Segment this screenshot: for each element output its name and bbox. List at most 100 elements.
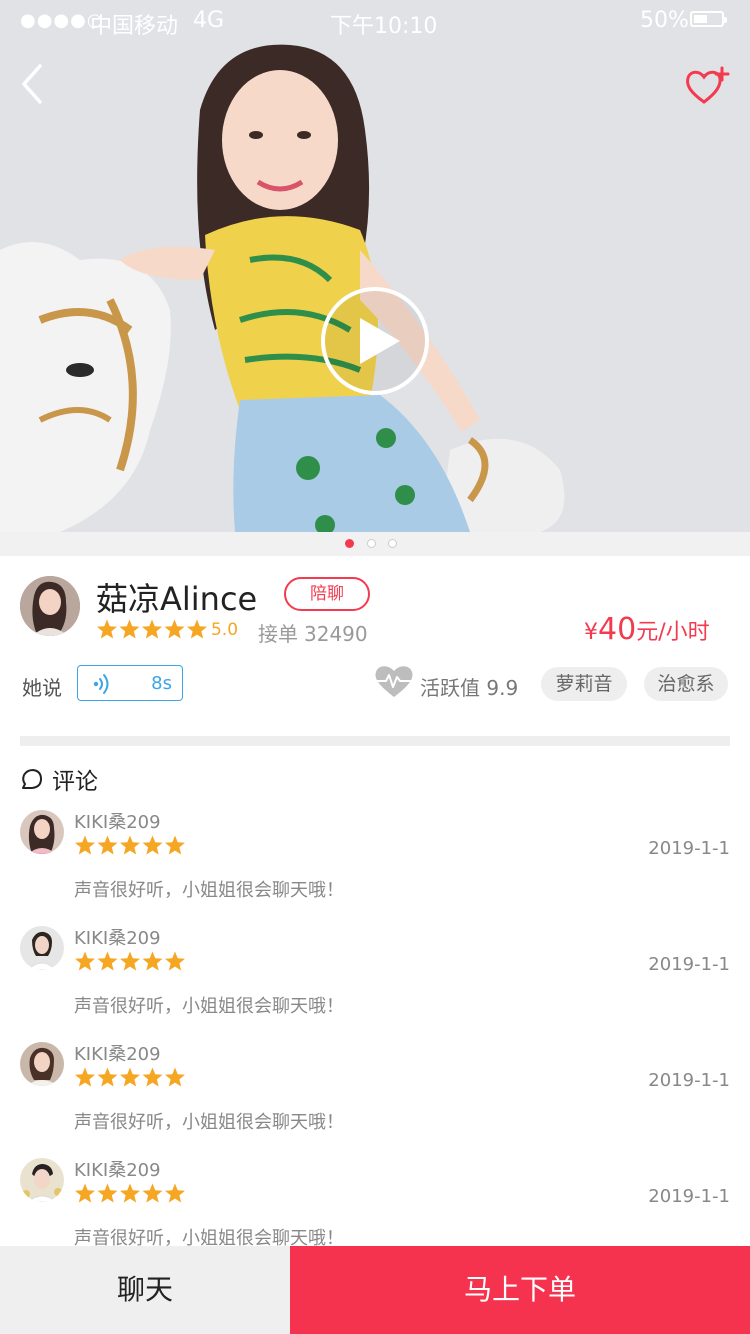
activity-value: 9.9: [486, 676, 519, 700]
rating-stars: [97, 619, 207, 639]
comment-item: KIKI桑209 2019-1-1 声音很好听，小姐姐很会聊天哦！: [0, 926, 750, 1042]
voice-duration: 8s: [151, 673, 172, 694]
avatar-image: [20, 1158, 64, 1202]
orders-count: 接单 32490: [258, 618, 368, 647]
network-type: 4G: [193, 8, 225, 33]
status-bar: ●●●●○ 中国移动 4G 下午10:10 50%: [0, 0, 750, 40]
voice-tag-chip: 萝莉音: [541, 667, 627, 701]
commenter-name: KIKI桑209: [74, 928, 161, 949]
price-value: 40: [598, 612, 637, 647]
order-now-button[interactable]: 马上下单: [290, 1246, 750, 1334]
chevron-left-icon: [22, 64, 42, 104]
star-icon: [120, 1183, 140, 1203]
hero-media[interactable]: ●●●●○ 中国移动 4G 下午10:10 50%: [0, 0, 750, 532]
star-icon: [75, 835, 95, 855]
comment-rating-stars: [75, 951, 185, 971]
price: ¥40元/小时: [584, 612, 710, 647]
avatar-image: [20, 810, 64, 854]
star-icon: [97, 1183, 118, 1203]
avatar-image: [20, 926, 64, 970]
comments-title: 评论: [52, 769, 98, 795]
star-icon: [120, 835, 140, 855]
comment-rating-stars: [75, 835, 185, 855]
back-button[interactable]: [18, 62, 48, 106]
comment-text: 声音很好听，小姐姐很会聊天哦！: [74, 1112, 344, 1133]
battery-percent: 50%: [640, 8, 689, 33]
voice-intro-label: 她说: [22, 676, 62, 700]
commenter-avatar[interactable]: [20, 810, 64, 854]
carousel-dot-active[interactable]: [345, 539, 354, 548]
profile-name: 菇凉Alince: [96, 580, 258, 618]
star-icon: [97, 951, 118, 971]
star-icon: [165, 1183, 185, 1203]
star-icon: [75, 1067, 95, 1087]
comment-rating-stars: [75, 1183, 185, 1203]
star-icon: [142, 835, 163, 855]
commenter-name: KIKI桑209: [74, 1160, 161, 1181]
avatar-image: [20, 1042, 64, 1086]
orders-label: 接单: [258, 622, 298, 646]
activity-score: 活跃值 9.9: [420, 672, 518, 701]
hero-photo: [0, 0, 750, 532]
commenter-name: KIKI桑209: [74, 1044, 161, 1065]
favorite-button[interactable]: [684, 66, 732, 106]
star-icon: [120, 951, 140, 971]
carousel-indicator: [0, 532, 750, 556]
star-icon: [142, 1183, 163, 1203]
style-tag-chip: 治愈系: [644, 667, 728, 701]
commenter-name: KIKI桑209: [74, 812, 161, 833]
comment-date: 2019-1-1: [648, 954, 730, 975]
section-divider: [20, 736, 730, 746]
star-icon: [75, 1183, 95, 1203]
activity-label: 活跃值: [420, 676, 480, 700]
comment-date: 2019-1-1: [648, 1070, 730, 1091]
star-icon: [120, 1067, 140, 1087]
battery-fill: [694, 15, 707, 23]
comment-item: KIKI桑209 2019-1-1 声音很好听，小姐姐很会聊天哦！: [0, 1042, 750, 1158]
commenter-avatar[interactable]: [20, 926, 64, 970]
star-icon: [164, 619, 185, 639]
voice-wave-icon: [93, 674, 109, 694]
price-symbol: ¥: [584, 620, 598, 645]
service-tag: 陪聊: [284, 577, 370, 611]
chat-button[interactable]: 聊天: [0, 1246, 290, 1334]
clock: 下午10:10: [330, 14, 438, 39]
rating-score: 5.0: [211, 620, 239, 640]
commenter-avatar[interactable]: [20, 1158, 64, 1202]
comment-text: 声音很好听，小姐姐很会聊天哦！: [74, 880, 344, 901]
play-button[interactable]: [320, 286, 430, 396]
heartbeat-icon: [375, 666, 413, 697]
comment-rating-stars: [75, 1067, 185, 1087]
carousel-dot[interactable]: [388, 539, 397, 548]
orders-value: 32490: [304, 622, 368, 646]
profile-section: 菇凉Alince 陪聊 5.0 接单 32490 ¥40元/小时 她说 8s 活跃…: [0, 556, 750, 736]
star-icon: [187, 619, 207, 639]
avatar-image: [20, 576, 80, 636]
comment-item: KIKI桑209 2019-1-1 声音很好听，小姐姐很会聊天哦！: [0, 810, 750, 926]
carousel-dot[interactable]: [367, 539, 376, 548]
star-icon: [165, 951, 185, 971]
comment-bubble-icon: [22, 769, 42, 789]
comment-text: 声音很好听，小姐姐很会聊天哦！: [74, 996, 344, 1017]
star-icon: [165, 835, 185, 855]
star-icon: [142, 951, 163, 971]
avatar[interactable]: [20, 576, 80, 636]
commenter-avatar[interactable]: [20, 1042, 64, 1086]
star-icon: [75, 951, 95, 971]
battery-icon: [690, 11, 727, 27]
comment-date: 2019-1-1: [648, 1186, 730, 1207]
carrier-name: 中国移动: [90, 14, 179, 39]
star-icon: [119, 619, 140, 639]
bottom-action-bar: 聊天 马上下单: [0, 1246, 750, 1334]
star-icon: [165, 1067, 185, 1087]
price-unit: 元/小时: [636, 620, 710, 645]
star-icon: [97, 619, 117, 639]
play-icon: [321, 287, 429, 395]
star-icon: [97, 1067, 118, 1087]
heart-plus-icon: [686, 66, 730, 104]
comment-date: 2019-1-1: [648, 838, 730, 859]
star-icon: [142, 619, 162, 639]
voice-intro-button[interactable]: 8s: [77, 665, 183, 701]
star-icon: [142, 1067, 163, 1087]
star-icon: [97, 835, 118, 855]
